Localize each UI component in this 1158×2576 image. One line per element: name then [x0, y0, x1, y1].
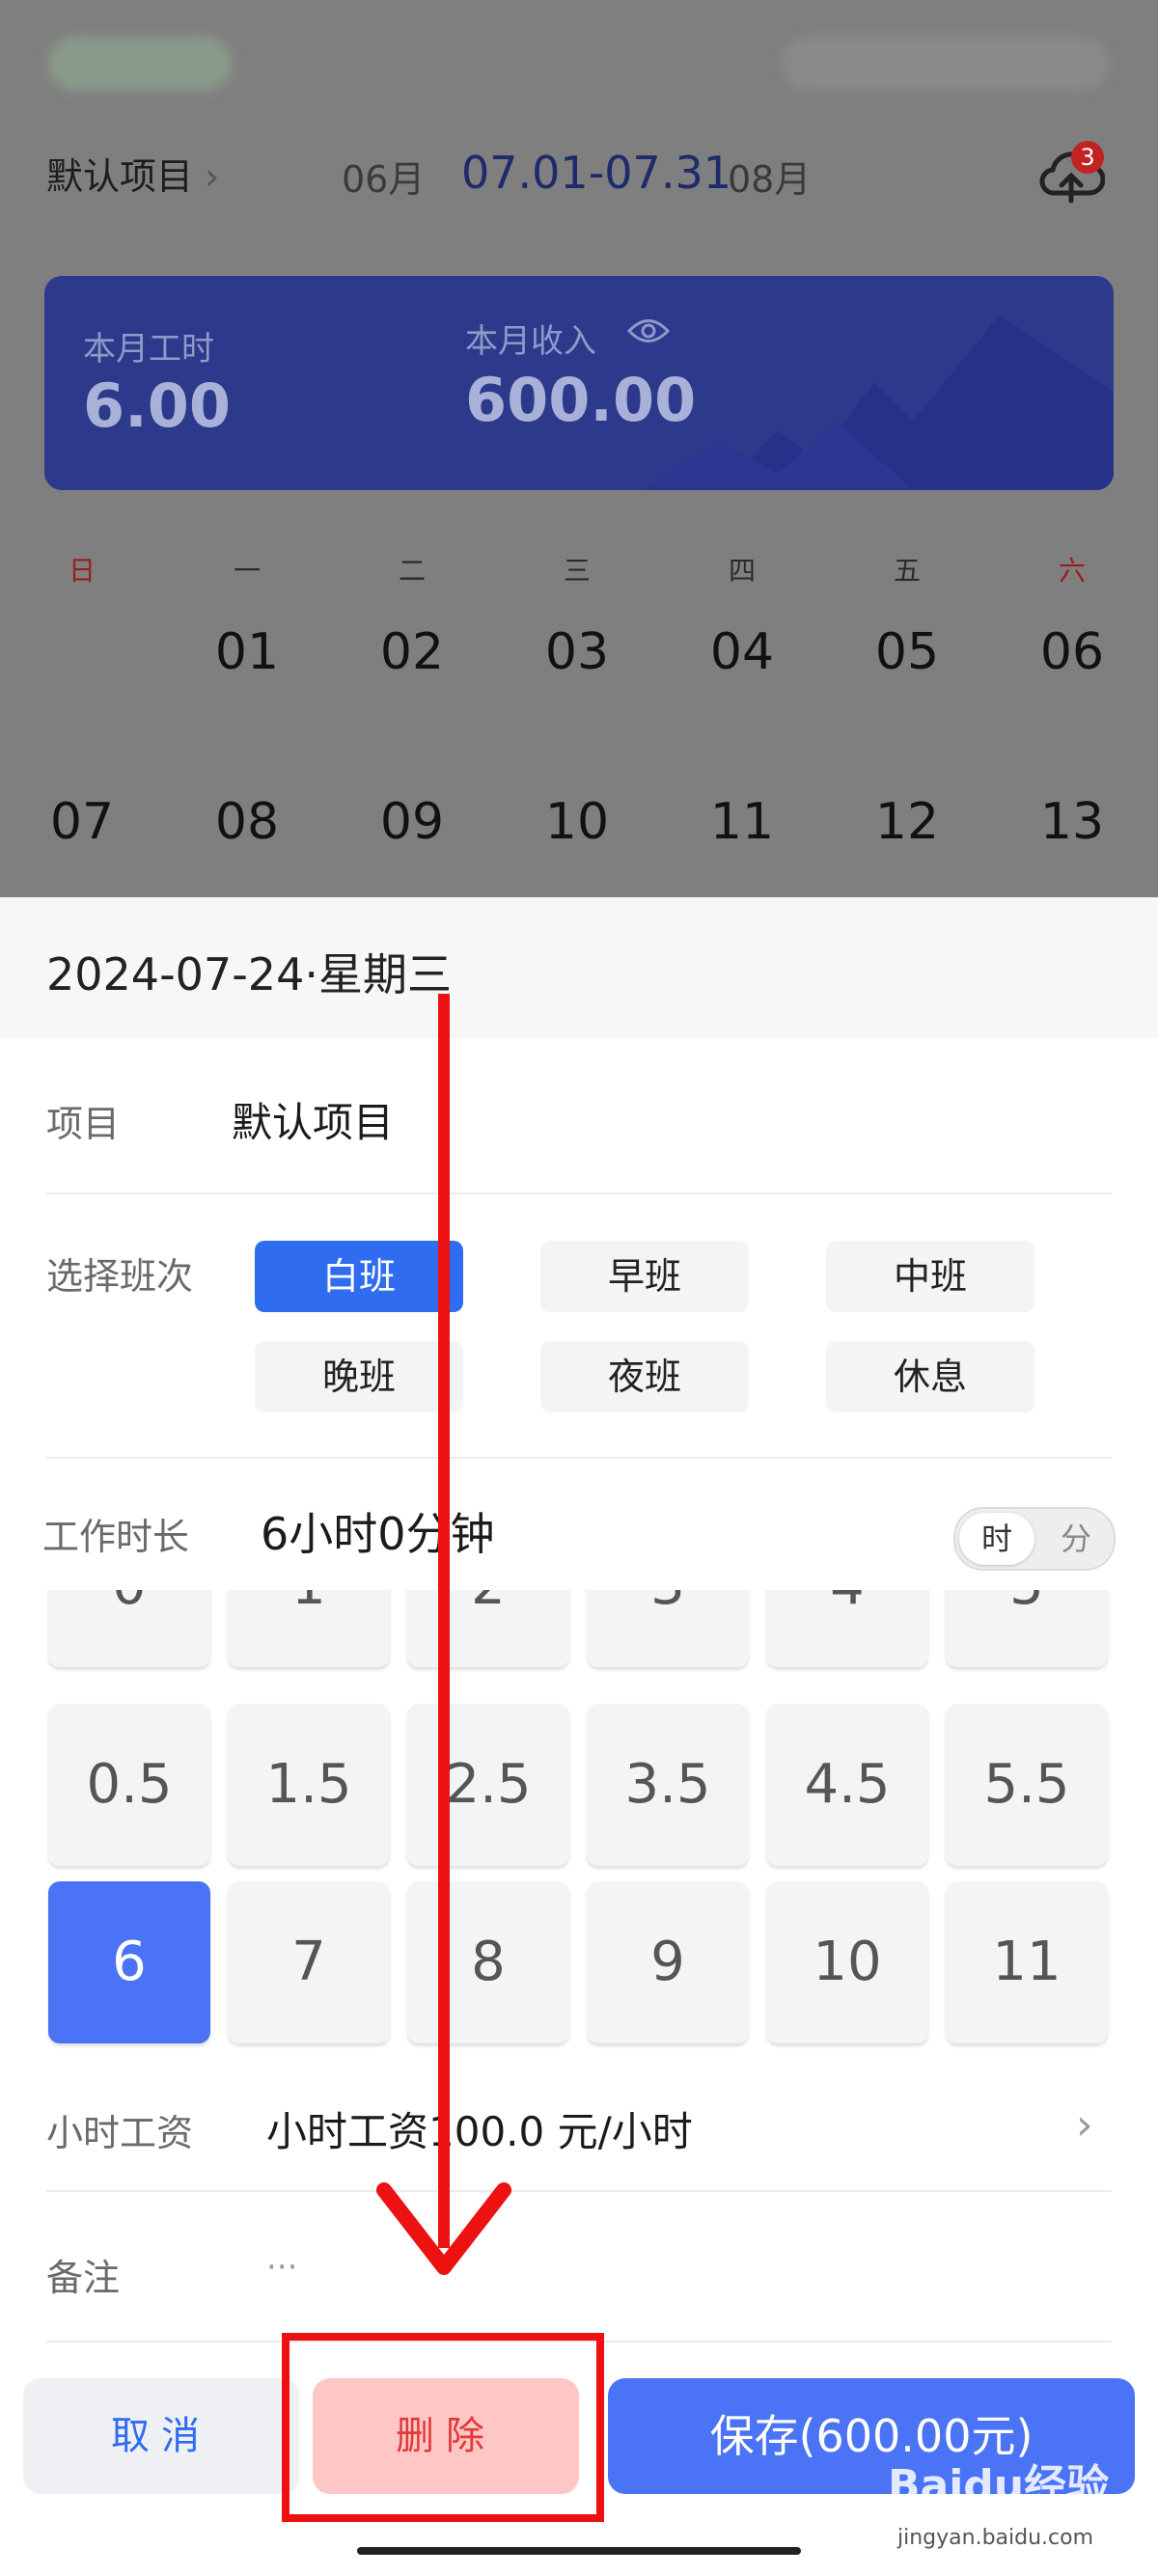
annotation-highlight-box [282, 2333, 604, 2522]
key-7[interactable]: 7 [228, 1881, 390, 2043]
key-11[interactable]: 11 [946, 1881, 1108, 2043]
calendar-day[interactable]: 06 [1014, 623, 1130, 681]
key-5[interactable]: 5 [946, 1590, 1108, 1667]
eye-icon[interactable] [627, 316, 670, 345]
calendar-day[interactable]: 13 [1014, 793, 1130, 851]
weekday-sun: 日 [68, 555, 96, 587]
calendar-day[interactable]: 09 [354, 793, 470, 851]
hours-label: 本月工时 [83, 330, 214, 369]
sync-count-badge: 3 [1071, 141, 1104, 174]
chevron-right-icon: › [205, 155, 220, 198]
calendar-day[interactable]: 04 [684, 623, 800, 681]
month-current[interactable]: 07.01-07.31 [461, 147, 731, 199]
wage-label: 小时工资 [46, 2112, 194, 2154]
calendar-day[interactable]: 01 [189, 623, 305, 681]
shift-early-button[interactable]: 早班 [540, 1241, 749, 1312]
calendar-day[interactable]: 08 [189, 793, 305, 851]
divider [46, 2190, 1112, 2192]
month-prev[interactable]: 06月 [342, 150, 425, 203]
note-input[interactable]: ··· [266, 2248, 297, 2287]
calendar-day[interactable]: 12 [849, 793, 965, 851]
key-10[interactable]: 10 [766, 1881, 928, 2043]
key-1[interactable]: 1 [228, 1590, 390, 1667]
calendar-day[interactable]: 03 [519, 623, 635, 681]
hours-value: 6.00 [83, 370, 231, 441]
project-name: 默认项目 [46, 155, 194, 198]
weekday-fri: 五 [893, 555, 921, 587]
shift-middle-button[interactable]: 中班 [826, 1241, 1034, 1312]
key-1-5[interactable]: 1.5 [228, 1704, 390, 1866]
key-6[interactable]: 6 [48, 1881, 210, 2043]
blurred-status-left [48, 37, 232, 91]
weekday-tue: 二 [398, 555, 426, 587]
weekday-mon: 一 [233, 555, 261, 587]
income-value: 600.00 [465, 365, 697, 435]
income-label: 本月收入 [465, 322, 596, 361]
weekday-wed: 三 [563, 555, 591, 587]
key-9[interactable]: 9 [587, 1881, 749, 2043]
hour-keypad: 0 1 2 3 4 5 0.5 1.5 2.5 3.5 4.5 5.5 6 7 … [0, 1590, 1158, 2058]
unit-hour-option[interactable]: 时 [959, 1513, 1034, 1565]
key-3-5[interactable]: 3.5 [587, 1704, 749, 1866]
key-0[interactable]: 0 [48, 1590, 210, 1667]
home-indicator[interactable] [357, 2547, 801, 2555]
divider [46, 1192, 1112, 1194]
monthly-summary-card: 本月工时 6.00 本月收入 600.00 [44, 276, 1114, 490]
chevron-right-icon[interactable]: › [1076, 2100, 1093, 2150]
key-5-5[interactable]: 5.5 [946, 1704, 1108, 1866]
calendar-day[interactable]: 05 [849, 623, 965, 681]
key-4-5[interactable]: 4.5 [766, 1704, 928, 1866]
shift-night-button[interactable]: 夜班 [540, 1341, 749, 1412]
annotation-arrow [376, 994, 511, 2275]
key-4[interactable]: 4 [766, 1590, 928, 1667]
cancel-button[interactable]: 取消 [23, 2378, 299, 2494]
calendar-day[interactable]: 07 [24, 793, 140, 851]
project-label: 项目 [46, 1103, 121, 1145]
note-label: 备注 [46, 2257, 121, 2299]
project-selector[interactable]: 默认项目 › [46, 147, 219, 200]
shift-rest-button[interactable]: 休息 [826, 1341, 1034, 1412]
blurred-status-right [782, 37, 1110, 91]
weekday-thu: 四 [728, 555, 756, 587]
watermark-logo: Baidu经验 [888, 2461, 1110, 2510]
duration-label: 工作时长 [42, 1516, 190, 1558]
shift-label: 选择班次 [46, 1255, 194, 1298]
unit-toggle[interactable]: 时 分 [953, 1507, 1116, 1571]
month-next[interactable]: 08月 [728, 150, 811, 203]
divider [46, 1457, 1112, 1459]
key-0-5[interactable]: 0.5 [48, 1704, 210, 1866]
calendar-day[interactable]: 11 [684, 793, 800, 851]
calendar-day[interactable]: 10 [519, 793, 635, 851]
calendar-day[interactable]: 02 [354, 623, 470, 681]
unit-minute-option[interactable]: 分 [1042, 1513, 1110, 1565]
weekday-sat: 六 [1058, 555, 1086, 587]
key-3[interactable]: 3 [587, 1590, 749, 1667]
watermark-url: jingyan.baidu.com [897, 2526, 1094, 2550]
